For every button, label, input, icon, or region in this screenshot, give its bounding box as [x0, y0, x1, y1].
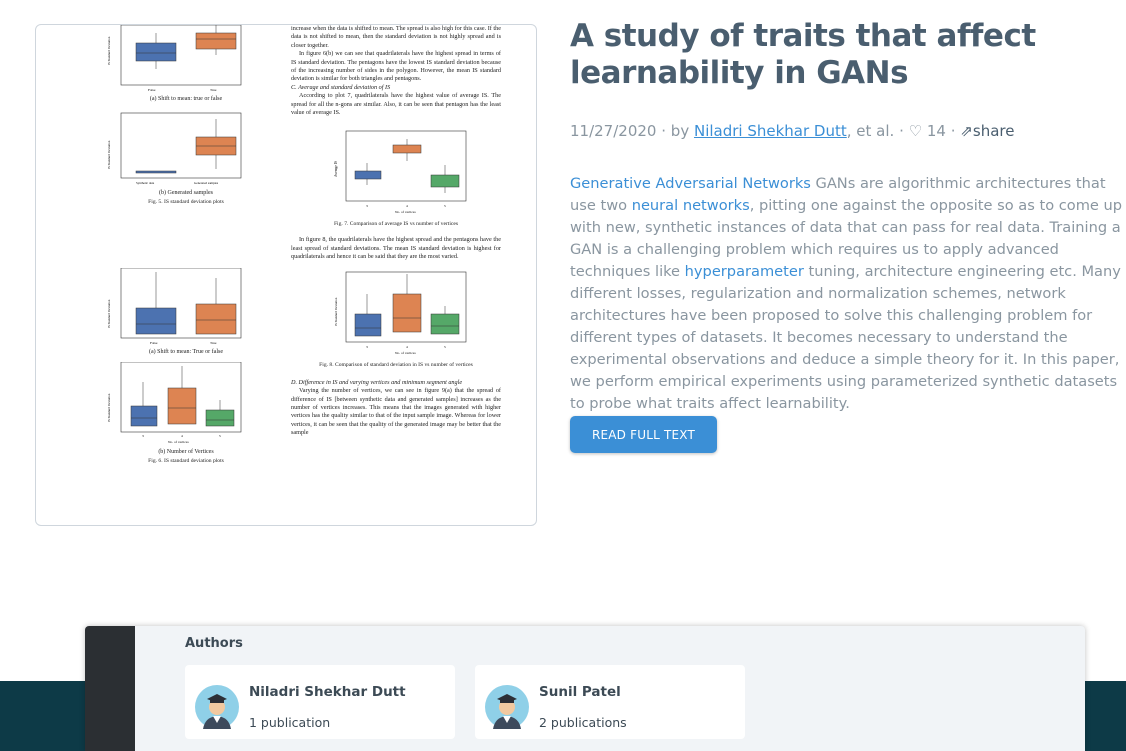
plot1-xtick-true: True [210, 88, 217, 92]
preview-right-column: increase when the data is shifted to mea… [291, 25, 501, 438]
plot8-xlabel: No. of vertices [395, 351, 416, 355]
heart-icon[interactable]: ♡ [909, 122, 922, 140]
plot3-ylabel: IS Standard Deviation [107, 299, 111, 328]
by-label: by [670, 122, 690, 140]
author-card[interactable]: Sunil Patel 2 publications [475, 665, 745, 739]
avatar-graduate-icon [485, 685, 529, 729]
preview-fig6-caption: Fig. 6. IS standard deviation plots [148, 458, 224, 464]
preview-caption-b1: (b) Generated samples [159, 190, 213, 196]
preview-fig5-caption: Fig. 5. IS standard deviation plots [148, 199, 224, 205]
preview-paragraph-3: According to plot 7, quadrilaterals have… [291, 92, 501, 117]
share-label: share [972, 122, 1015, 140]
plot-generated-samples: IS Standard Deviation Synthetic data Gen… [107, 112, 242, 185]
avatar-graduate-icon [195, 685, 239, 729]
plot3-xtick-true: True [210, 341, 217, 345]
plot3-xtick-false: False [150, 341, 158, 345]
preview-section-c: C. Average and standard deviation of IS [291, 83, 391, 91]
author-publications: 2 publications [539, 715, 627, 730]
plot8-xtick-4: 4 [406, 345, 408, 349]
plot4-xtick-3: 3 [142, 434, 144, 438]
hyperparameter-link[interactable]: hyperparameter [685, 263, 804, 280]
preview-fig7-caption: Fig. 7. Comparison of average IS vs numb… [333, 221, 459, 228]
plot7-xlabel: No. of vertices [395, 210, 416, 214]
plot1-ylabel: IS Standard Deviation [107, 36, 111, 65]
plot8-ylabel: IS Standard Deviation [334, 297, 338, 326]
authors-heading: Authors [185, 636, 243, 651]
author-card[interactable]: Niladri Shekhar Dutt 1 publication [185, 665, 455, 739]
preview-caption-a2: (a) Shift to mean: True or false [149, 349, 223, 355]
paper-title: A study of traits that affect learnabili… [570, 18, 1036, 91]
paper-abstract: Generative Adversarial Networks GANs are… [570, 173, 1126, 415]
plot8-xtick-3: 3 [366, 345, 368, 349]
like-count: 14 [926, 122, 946, 140]
read-full-text-button[interactable]: READ FULL TEXT [570, 416, 717, 453]
plot4-xtick-4: 4 [181, 434, 183, 438]
neural-networks-link[interactable]: neural networks [632, 197, 750, 214]
authors-sidebar [85, 626, 135, 751]
authors-section: Authors Niladri Shekhar Dutt 1 publicati… [85, 626, 1085, 751]
share-icon: ⇗ [960, 122, 973, 140]
preview-paragraph-5: Varying the number of vertices, we can s… [291, 387, 501, 437]
plot-number-vertices: IS Standard Deviation 3 4 5 No. of verti… [107, 362, 242, 444]
preview-caption-a1: (a) Shift to mean: true or false [149, 96, 223, 102]
preview-paragraph-1: increase when the data is shifted to mea… [291, 25, 501, 49]
plot-shift-mean-1: IS Standard Deviation False True [107, 25, 242, 92]
et-al: , et al. [846, 122, 895, 140]
plot7-xtick-5: 5 [444, 204, 446, 208]
plot4-xtick-5: 5 [219, 434, 221, 438]
author-name[interactable]: Niladri Shekhar Dutt [249, 684, 406, 700]
plot2-xtick-synth: Synthetic data [136, 181, 155, 185]
preview-paragraph-2: In figure 6(b) we can see that quadrilat… [291, 50, 501, 83]
plot2-ylabel: IS Standard Deviation [107, 140, 111, 169]
author-link[interactable]: Niladri Shekhar Dutt [694, 122, 847, 140]
plot-std-vertices: IS Standard Deviation 3 4 5 No. of verti… [334, 271, 467, 355]
paper-meta: 11/27/2020 · by Niladri Shekhar Dutt, et… [570, 122, 1015, 140]
author-publications: 1 publication [249, 715, 331, 730]
plot7-xtick-3: 3 [366, 204, 368, 208]
preview-paragraph-4: In figure 8, the quadrilaterals have the… [291, 236, 501, 261]
abstract-text-3: tuning, architecture engineering etc. Ma… [570, 263, 1121, 412]
plot4-ylabel: IS Standard Deviation [107, 393, 111, 422]
paper-preview[interactable]: IS Standard Deviation False True (a) Shi… [35, 24, 537, 526]
plot1-xtick-false: False [148, 88, 156, 92]
gan-link[interactable]: Generative Adversarial Networks [570, 175, 811, 192]
preview-section-d: D. Difference in IS and varying vertices… [291, 378, 463, 386]
preview-caption-b2: (b) Number of Vertices [158, 449, 214, 455]
paper-date: 11/27/2020 [570, 122, 657, 140]
author-name[interactable]: Sunil Patel [539, 684, 621, 700]
plot7-xtick-4: 4 [406, 204, 408, 208]
plot-average-is: Average IS 3 4 5 No. of vertices [334, 131, 467, 214]
preview-fig8-caption: Fig. 8. Comparison of standard deviation… [319, 361, 473, 368]
plot-shift-mean-2: IS Standard Deviation False True [107, 268, 242, 345]
plot4-xlabel: No. of vertices [168, 440, 189, 444]
plot8-xtick-5: 5 [444, 345, 446, 349]
share-button[interactable]: ⇗share [960, 122, 1014, 140]
plot7-ylabel: Average IS [334, 161, 338, 177]
preview-left-column: IS Standard Deviation False True (a) Shi… [106, 25, 266, 465]
plot2-xtick-gen: Generated samples [194, 181, 219, 185]
